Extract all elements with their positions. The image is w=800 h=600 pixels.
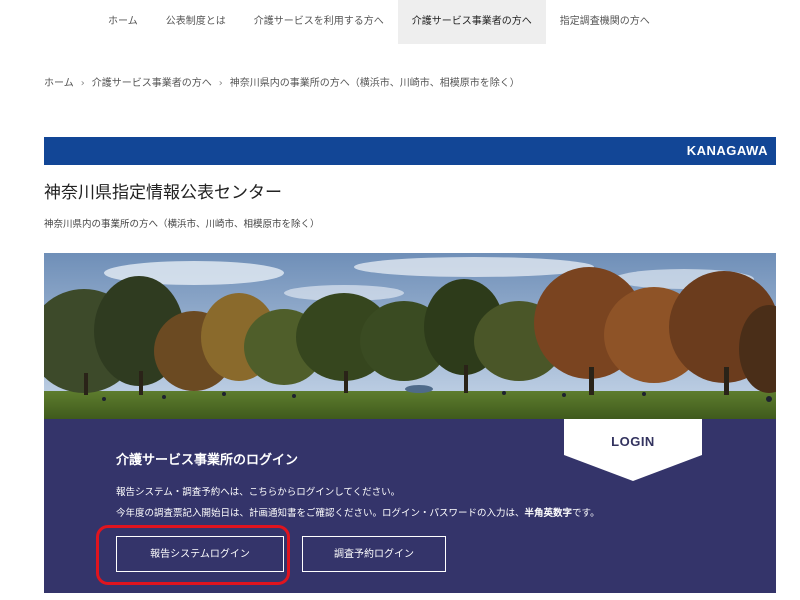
login-panel-heading: 介護サービス事業所のログイン	[116, 453, 299, 468]
breadcrumb-separator: ›	[218, 78, 223, 89]
breadcrumb-link[interactable]: 介護サービス事業者の方へ	[92, 78, 212, 89]
park-hero-image	[44, 253, 776, 419]
top-nav-list: ホーム 公表制度とは 介護サービスを利用する方へ 介護サービス事業者の方へ 指定調査機関…	[94, 0, 664, 44]
login-tab-label: LOGIN	[611, 434, 655, 449]
login-notice-text-start: 今年度の調査票記入開始日は、計画通知書をご確認ください。ログイン・パスワードの入…	[116, 508, 525, 519]
breadcrumb: ホーム › 介護サービス事業者の方へ › 神奈川県内の事業所の方へ（横浜市、川崎市、相模…	[44, 74, 520, 89]
breadcrumb-separator: ›	[80, 78, 85, 89]
nav-item[interactable]: ホーム	[94, 0, 152, 44]
breadcrumb-current: 神奈川県内の事業所の方へ（横浜市、川崎市、相模原市を除く）	[229, 78, 520, 89]
page-title: 神奈川県指定情報公表センター	[44, 183, 282, 203]
survey-reservation-login-button[interactable]: 調査予約ログイン	[302, 536, 446, 572]
nav-item[interactable]: 公表制度とは	[152, 0, 240, 44]
nav-item[interactable]: 介護サービスを利用する方へ	[240, 0, 398, 44]
half-width-alphanumeric-emphasis: 半角英数字	[524, 508, 573, 519]
nav-item[interactable]: 介護サービス事業者の方へ	[397, 0, 546, 44]
login-tab-shape	[564, 419, 702, 481]
login-instruction-text: 報告システム・調査予約へは、こちらからログインしてください。	[116, 487, 401, 498]
park-photo	[44, 253, 776, 419]
nav-item[interactable]: 指定調査機関の方へ	[546, 0, 664, 44]
login-tab: LOGIN	[564, 419, 702, 481]
top-navigation: ホーム 公表制度とは 介護サービスを利用する方へ 介護サービス事業者の方へ 指定調査機関…	[0, 0, 800, 44]
kanagawa-banner: KANAGAWA	[44, 137, 776, 165]
login-notice-text: 今年度の調査票記入開始日は、計画通知書をご確認ください。ログイン・パスワードの入…	[116, 505, 600, 519]
page-subtitle: 神奈川県内の事業所の方へ（横浜市、川崎市、相模原市を除く）	[44, 219, 320, 230]
kanagawa-banner-label: KANAGAWA	[686, 143, 768, 158]
breadcrumb-link[interactable]: ホーム	[44, 78, 74, 89]
highlight-annotation	[96, 525, 290, 585]
login-notice-text-end: です。	[572, 508, 600, 519]
